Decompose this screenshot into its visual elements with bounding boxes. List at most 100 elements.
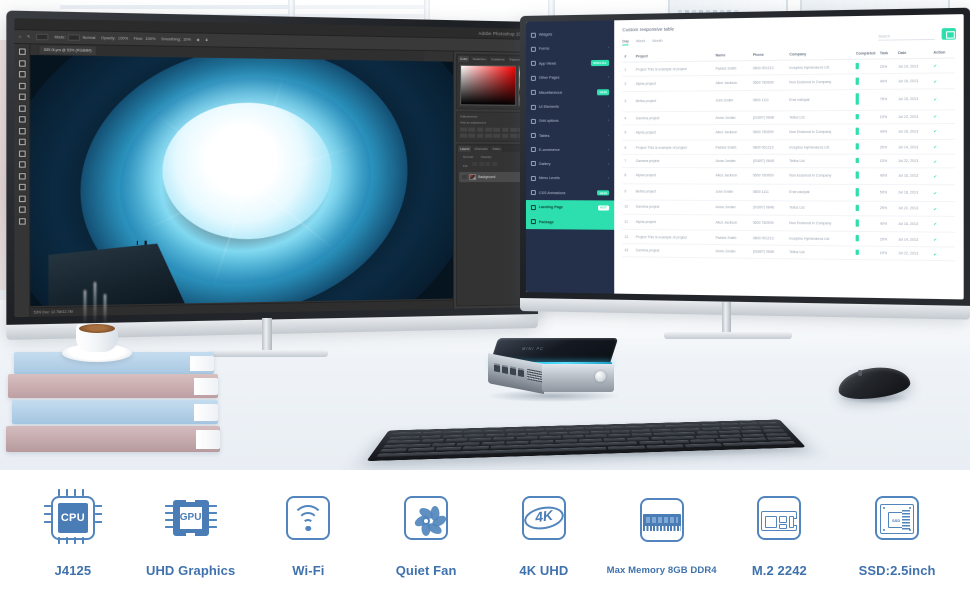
column-header[interactable]: Task xyxy=(877,47,896,60)
layers-panel-tabs[interactable]: Layers Channels Paths xyxy=(457,144,529,152)
layer-fill-row[interactable]: Fill: xyxy=(457,160,528,169)
key[interactable] xyxy=(627,437,650,441)
key[interactable] xyxy=(741,437,768,442)
key[interactable] xyxy=(718,434,743,438)
table-row[interactable]: 3 Betha project John Smith 0800 1111 Erat vo… xyxy=(622,89,955,112)
cell-action[interactable]: ✔ xyxy=(931,89,955,110)
table-row[interactable]: 7 Gamma project Anna Jordan (01697) 0648 Tel… xyxy=(622,154,955,169)
sidebar-item-e-commerce[interactable]: E-commerce › xyxy=(526,142,614,156)
key[interactable] xyxy=(530,439,554,444)
type-tool-icon[interactable] xyxy=(17,182,27,191)
key[interactable] xyxy=(515,436,538,441)
sidebar-item-menu-levels[interactable]: Menu Levels › xyxy=(526,171,614,185)
edit-action-icon[interactable]: ✔ xyxy=(933,114,937,119)
adjustments-grid[interactable] xyxy=(457,124,528,140)
key[interactable] xyxy=(485,433,506,437)
dashboard-export-button[interactable] xyxy=(941,27,956,40)
edit-action-icon[interactable]: ✔ xyxy=(933,159,937,164)
table-row[interactable]: 4 Gamma project Anna Jordan (01697) 0648 Tel… xyxy=(622,109,955,125)
column-header[interactable]: Phone xyxy=(750,49,788,61)
key[interactable] xyxy=(555,439,578,443)
column-header[interactable]: # xyxy=(622,51,634,63)
key[interactable] xyxy=(441,434,463,439)
column-header[interactable]: Company xyxy=(787,48,854,61)
lock-image-icon[interactable] xyxy=(479,161,485,166)
key-numpad-enter[interactable] xyxy=(722,440,797,447)
sidebar-item-grid-options[interactable]: Grid options › xyxy=(526,114,614,129)
mouse[interactable] xyxy=(836,362,912,404)
sidebar-item-tables[interactable]: Tables › xyxy=(526,128,614,143)
tab-color[interactable]: Color xyxy=(458,55,470,62)
key[interactable] xyxy=(420,435,442,439)
range-tab-month[interactable]: Month xyxy=(652,39,662,45)
key[interactable] xyxy=(562,435,584,439)
table-row[interactable]: 5 Alpha project Alice Jackson 0500 780909 No… xyxy=(622,123,955,141)
mouse-scroll-wheel[interactable] xyxy=(857,369,863,377)
sidebar-item-ui-elements[interactable]: UI Elements › xyxy=(526,99,614,114)
sidebar-item-other-pages[interactable]: Other Pages › xyxy=(526,70,614,85)
column-header[interactable]: Name xyxy=(713,49,751,62)
key[interactable] xyxy=(539,435,561,440)
cell-action[interactable]: ✔ xyxy=(931,201,955,217)
eyedropper-tool-icon[interactable] xyxy=(17,92,27,101)
airbrush-icon[interactable]: ◉ xyxy=(196,38,199,42)
key[interactable] xyxy=(608,433,630,438)
adjustment-exposure-icon[interactable] xyxy=(485,127,493,132)
crop-tool-icon[interactable] xyxy=(17,81,27,89)
adjustment-invert-icon[interactable] xyxy=(485,133,493,138)
key[interactable] xyxy=(695,435,719,439)
power-button[interactable] xyxy=(595,371,606,382)
sidebar-item-package[interactable]: Package xyxy=(525,214,615,230)
sidebar-item-css-animations[interactable]: CSS Animations NEW xyxy=(526,185,614,200)
option-mode[interactable]: Mode: Normal xyxy=(54,34,95,41)
move-tool-icon[interactable] xyxy=(17,47,27,55)
key[interactable] xyxy=(456,442,481,446)
sidebar-item-landing-page[interactable]: Landing Page HOT xyxy=(525,200,615,216)
dashboard-search-input[interactable]: Search xyxy=(878,31,936,41)
table-row[interactable]: 13 Gamma project Anna Jordan (01697) 0648 Te… xyxy=(622,243,955,262)
key[interactable] xyxy=(431,442,456,447)
zoom-tool-icon[interactable] xyxy=(17,216,27,225)
edit-action-icon[interactable]: ✔ xyxy=(933,79,937,84)
adjustment-curves-icon[interactable] xyxy=(476,127,484,132)
edit-action-icon[interactable]: ✔ xyxy=(933,222,937,227)
key[interactable] xyxy=(701,427,722,431)
key-menu[interactable] xyxy=(664,439,690,444)
key[interactable] xyxy=(506,440,529,445)
key[interactable] xyxy=(603,437,626,442)
tab-channels[interactable]: Channels xyxy=(472,145,490,152)
eraser-tool-icon[interactable] xyxy=(17,137,27,146)
edit-action-icon[interactable]: ✔ xyxy=(933,144,937,149)
column-header[interactable]: Date xyxy=(895,47,932,59)
range-tab-day[interactable]: Day xyxy=(622,39,629,46)
table-row[interactable]: 9 Betha project John Smith 0800 1111 Erat vo… xyxy=(622,183,955,202)
key-arrow-down[interactable] xyxy=(646,444,684,449)
key[interactable] xyxy=(585,434,607,438)
key-arrow-right[interactable] xyxy=(684,443,723,448)
tab-layers[interactable]: Layers xyxy=(458,145,472,152)
table-row[interactable]: 6 Project This is example of project Patri… xyxy=(622,139,955,155)
key-arrow-left[interactable] xyxy=(607,445,646,450)
document-tab[interactable]: 839.0Lyra @ 53% (RGB/8#) xyxy=(39,45,97,56)
key[interactable] xyxy=(492,437,515,441)
adjustment-brightness-icon[interactable] xyxy=(460,127,467,132)
column-header[interactable]: Action xyxy=(931,46,955,59)
range-tab-week[interactable]: Week xyxy=(636,39,645,45)
key[interactable] xyxy=(715,438,742,443)
layer-visibility-eye-icon[interactable] xyxy=(462,174,468,179)
keyboard[interactable] xyxy=(366,392,812,462)
adjustment-hue-icon[interactable] xyxy=(501,127,509,132)
sidebar-item-widgets[interactable]: Widgets xyxy=(526,26,614,42)
symmetry-icon[interactable]: ⧗ xyxy=(205,38,208,42)
shape-tool-icon[interactable] xyxy=(17,194,27,202)
adjustment-photofilter-icon[interactable] xyxy=(460,133,467,138)
photoshop-canvas[interactable] xyxy=(30,55,454,307)
edit-action-icon[interactable]: ✔ xyxy=(933,174,937,179)
option-smoothing[interactable]: Smoothing: 10% xyxy=(161,37,191,42)
lock-transparent-icon[interactable] xyxy=(472,161,478,166)
layer-blend-row[interactable]: Normal Opacity: xyxy=(457,151,528,160)
edit-action-icon[interactable]: ✔ xyxy=(933,190,937,195)
cell-action[interactable]: ✔ xyxy=(931,154,955,169)
key[interactable] xyxy=(741,433,766,438)
adjustment-levels-icon[interactable] xyxy=(468,127,476,132)
